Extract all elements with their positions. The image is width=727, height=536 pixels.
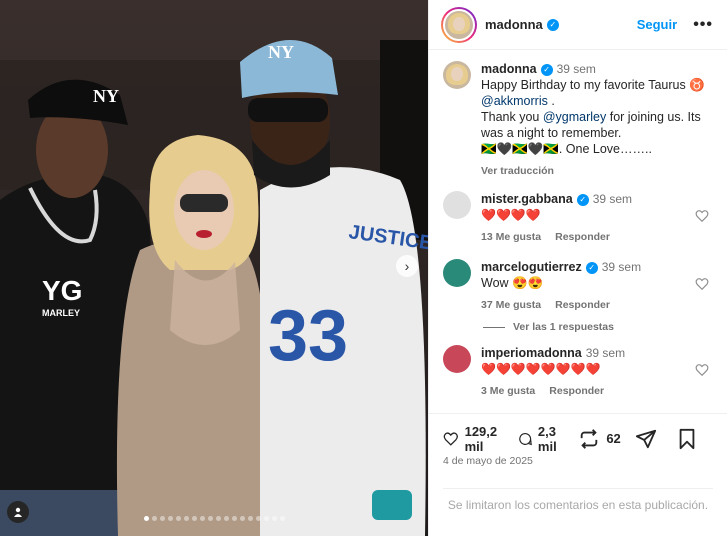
view-replies-label[interactable]: Ver las 1 respuestas (513, 321, 614, 333)
commenter-avatar[interactable] (443, 345, 471, 373)
mention-akkmorris[interactable]: @akkmorris (481, 94, 548, 108)
carousel-dot[interactable] (191, 516, 197, 521)
comment-icon (518, 432, 532, 445)
comment-text: ❤️❤️❤️❤️ (481, 208, 541, 222)
verified-badge-icon: ✓ (546, 18, 559, 31)
cap-logo-left: NY (93, 86, 119, 106)
carousel-dot[interactable] (167, 516, 173, 521)
view-replies-link[interactable]: Ver las 1 respuestas (483, 321, 713, 333)
follow-button[interactable]: Seguir (637, 17, 677, 32)
author-avatar[interactable] (441, 6, 477, 43)
caption-line-2-pre: Thank you (481, 110, 543, 124)
comments-count: 2,3 mil (537, 423, 557, 454)
carousel-dot[interactable] (263, 516, 269, 521)
caption: madonna ✓ 39 sem Happy Birthday to my favo… (443, 61, 713, 179)
repost-icon (581, 428, 598, 449)
commenter-username[interactable]: mister.gabbana (481, 192, 573, 206)
post-media[interactable]: NY YG MARLEY NY JUSTICE 33 › (0, 0, 428, 536)
repost-button[interactable]: 62 (578, 428, 621, 450)
post-side-panel: madonna ✓ Seguir ••• madonna ✓ 39 sem Happ… (428, 0, 727, 536)
mention-ygmarley[interactable]: @ygmarley (543, 110, 606, 124)
reposts-count: 62 (606, 431, 621, 446)
post-photo: NY YG MARLEY NY JUSTICE 33 (0, 0, 428, 536)
post-header: madonna ✓ Seguir ••• (429, 0, 727, 50)
author-username[interactable]: madonna (485, 17, 543, 32)
verified-badge-icon: ✓ (540, 63, 553, 76)
caption-line-1: Happy Birthday to my favorite Taurus ♉ (481, 78, 705, 92)
shirt-logo-sub: MARLEY (42, 308, 80, 318)
comment-text: ❤️❤️❤️❤️❤️❤️❤️❤️ (481, 362, 601, 376)
likes-count[interactable]: 129,2 mil (465, 424, 504, 454)
carousel-dot[interactable] (223, 516, 229, 521)
reply-button[interactable]: Responder (549, 385, 604, 397)
heart-icon (443, 431, 458, 446)
carousel-indicators (0, 516, 428, 521)
carousel-dot[interactable] (151, 516, 157, 521)
like-comment-heart-icon[interactable] (695, 363, 709, 377)
commenter-avatar[interactable] (443, 259, 471, 287)
share-icon (635, 429, 656, 448)
comment-time: 39 sem (601, 260, 642, 274)
bookmark-icon (679, 428, 695, 449)
caption-username[interactable]: madonna (481, 62, 537, 76)
carousel-dot[interactable] (231, 516, 237, 521)
reply-button[interactable]: Responder (555, 299, 610, 311)
carousel-dot[interactable] (207, 516, 213, 521)
caption-time: 39 sem (556, 62, 596, 76)
comments-list[interactable]: madonna ✓ 39 sem Happy Birthday to my favo… (429, 51, 727, 413)
reply-button[interactable]: Responder (555, 231, 610, 243)
more-options-icon[interactable]: ••• (693, 16, 713, 34)
save-button[interactable] (677, 428, 703, 450)
shirt-logo: YG (42, 275, 82, 306)
comment-time: 39 sem (585, 346, 626, 360)
commenter-username[interactable]: imperiomadonna (481, 346, 582, 360)
like-comment-heart-icon[interactable] (695, 209, 709, 223)
jersey-number: 33 (268, 296, 348, 376)
carousel-dot[interactable] (247, 516, 253, 521)
comment-likes[interactable]: 37 Me gusta (481, 299, 541, 311)
carousel-dot[interactable] (199, 516, 205, 521)
carousel-dot[interactable] (239, 516, 245, 521)
comment-likes[interactable]: 13 Me gusta (481, 231, 541, 243)
carousel-dot[interactable] (255, 516, 261, 521)
see-translation-link[interactable]: Ver traducción (481, 165, 554, 177)
comment-text: Wow 😍😍 (481, 276, 544, 290)
carousel-dot[interactable] (271, 516, 277, 521)
carousel-dot[interactable] (215, 516, 221, 521)
verified-badge-icon: ✓ (576, 193, 589, 206)
like-button[interactable]: 129,2 mil (443, 424, 504, 454)
caption-avatar[interactable] (443, 61, 471, 89)
commenter-avatar[interactable] (443, 191, 471, 219)
post-date[interactable]: 4 de mayo de 2025 (443, 455, 533, 467)
next-media-button[interactable]: › (396, 255, 418, 277)
instagram-post-modal: NY YG MARLEY NY JUSTICE 33 › madonna ✓ S… (0, 0, 727, 536)
commenter-username[interactable]: marcelogutierrez (481, 260, 582, 274)
carousel-dot[interactable] (159, 516, 165, 521)
carousel-dot[interactable] (143, 516, 149, 521)
cap-logo-right: NY (268, 42, 294, 62)
comment-item: imperiomadonna 39 sem ❤️❤️❤️❤️❤️❤️❤️❤️ 3 … (443, 345, 713, 399)
comment-time: 39 sem (592, 192, 633, 206)
comment-button[interactable]: 2,3 mil (518, 424, 565, 454)
share-button[interactable] (635, 428, 663, 450)
like-comment-heart-icon[interactable] (695, 277, 709, 291)
caption-line-3: 🇯🇲🖤🇯🇲🖤🇯🇲. One Love…….. (481, 142, 652, 156)
comments-limited-notice: Se limitaron los comentarios en esta pub… (443, 488, 713, 536)
carousel-dot[interactable] (183, 516, 189, 521)
comment-item: marcelogutierrez ✓ 39 sem Wow 😍😍 37 Me gus… (443, 259, 713, 313)
carousel-dot[interactable] (279, 516, 285, 521)
comment-item: mister.gabbana ✓ 39 sem ❤️❤️❤️❤️ 13 Me gus… (443, 191, 713, 245)
verified-badge-icon: ✓ (585, 261, 598, 274)
comment-likes[interactable]: 3 Me gusta (481, 385, 535, 397)
carousel-dot[interactable] (175, 516, 181, 521)
